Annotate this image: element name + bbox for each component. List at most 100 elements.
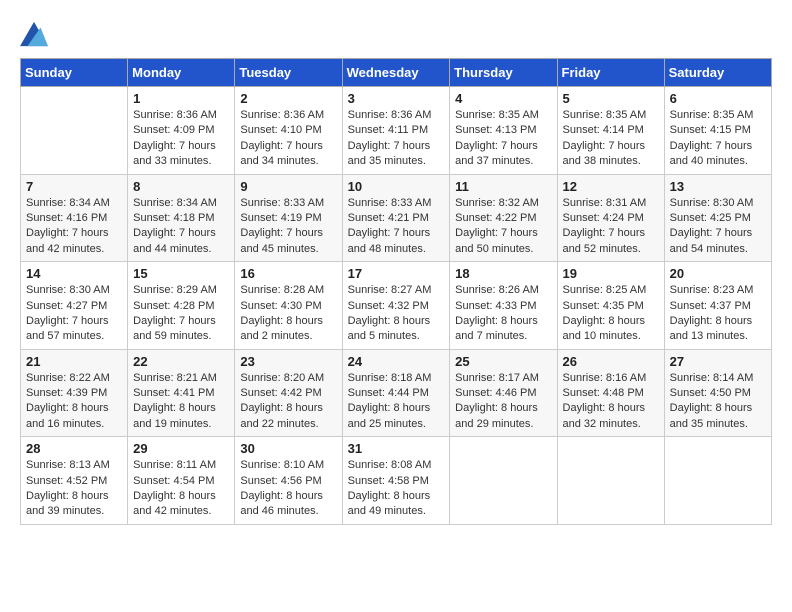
logo-icon (20, 20, 48, 48)
day-detail: Sunrise: 8:34 AMSunset: 4:18 PMDaylight:… (133, 196, 229, 258)
header-monday: Monday (128, 59, 235, 87)
header-tuesday: Tuesday (235, 59, 342, 87)
day-detail: Sunrise: 8:28 AMSunset: 4:30 PMDaylight:… (240, 283, 336, 345)
day-number: 3 (348, 91, 445, 106)
day-number: 8 (133, 179, 229, 194)
calendar-cell: 28 Sunrise: 8:13 AMSunset: 4:52 PMDayligh… (21, 437, 128, 525)
day-detail: Sunrise: 8:36 AMSunset: 4:11 PMDaylight:… (348, 108, 445, 170)
day-number: 18 (455, 266, 551, 281)
header-friday: Friday (557, 59, 664, 87)
day-detail: Sunrise: 8:33 AMSunset: 4:19 PMDaylight:… (240, 196, 336, 258)
day-number: 15 (133, 266, 229, 281)
day-number: 16 (240, 266, 336, 281)
calendar-cell (664, 437, 771, 525)
calendar-cell: 13 Sunrise: 8:30 AMSunset: 4:25 PMDayligh… (664, 174, 771, 262)
calendar-cell: 7 Sunrise: 8:34 AMSunset: 4:16 PMDaylight… (21, 174, 128, 262)
header-thursday: Thursday (450, 59, 557, 87)
day-detail: Sunrise: 8:36 AMSunset: 4:09 PMDaylight:… (133, 108, 229, 170)
header-wednesday: Wednesday (342, 59, 450, 87)
calendar-cell: 8 Sunrise: 8:34 AMSunset: 4:18 PMDaylight… (128, 174, 235, 262)
day-number: 31 (348, 441, 445, 456)
day-number: 27 (670, 354, 766, 369)
calendar-cell: 1 Sunrise: 8:36 AMSunset: 4:09 PMDaylight… (128, 87, 235, 175)
day-detail: Sunrise: 8:13 AMSunset: 4:52 PMDaylight:… (26, 458, 122, 520)
day-detail: Sunrise: 8:21 AMSunset: 4:41 PMDaylight:… (133, 371, 229, 433)
calendar-cell: 31 Sunrise: 8:08 AMSunset: 4:58 PMDayligh… (342, 437, 450, 525)
calendar-week-row: 7 Sunrise: 8:34 AMSunset: 4:16 PMDaylight… (21, 174, 772, 262)
day-detail: Sunrise: 8:30 AMSunset: 4:27 PMDaylight:… (26, 283, 122, 345)
day-detail: Sunrise: 8:25 AMSunset: 4:35 PMDaylight:… (563, 283, 659, 345)
day-number: 29 (133, 441, 229, 456)
day-detail: Sunrise: 8:36 AMSunset: 4:10 PMDaylight:… (240, 108, 336, 170)
calendar-cell: 29Sunrise: 8:11 AMSunset: 4:54 PMDayligh… (128, 437, 235, 525)
calendar-week-row: 1 Sunrise: 8:36 AMSunset: 4:09 PMDaylight… (21, 87, 772, 175)
day-number: 28 (26, 441, 122, 456)
calendar-cell: 14 Sunrise: 8:30 AMSunset: 4:27 PMDayligh… (21, 262, 128, 350)
calendar-cell: 26Sunrise: 8:16 AMSunset: 4:48 PMDayligh… (557, 349, 664, 437)
calendar-week-row: 14 Sunrise: 8:30 AMSunset: 4:27 PMDayligh… (21, 262, 772, 350)
day-detail: Sunrise: 8:29 AMSunset: 4:28 PMDaylight:… (133, 283, 229, 345)
calendar-cell: 12 Sunrise: 8:31 AMSunset: 4:24 PMDayligh… (557, 174, 664, 262)
calendar-cell: 11 Sunrise: 8:32 AMSunset: 4:22 PMDayligh… (450, 174, 557, 262)
day-detail: Sunrise: 8:27 AMSunset: 4:32 PMDaylight:… (348, 283, 445, 345)
day-detail: Sunrise: 8:33 AMSunset: 4:21 PMDaylight:… (348, 196, 445, 258)
day-number: 5 (563, 91, 659, 106)
header-sunday: Sunday (21, 59, 128, 87)
day-number: 4 (455, 91, 551, 106)
day-detail: Sunrise: 8:17 AMSunset: 4:46 PMDaylight:… (455, 371, 551, 433)
calendar-cell: 19 Sunrise: 8:25 AMSunset: 4:35 PMDayligh… (557, 262, 664, 350)
day-number: 14 (26, 266, 122, 281)
day-number: 10 (348, 179, 445, 194)
day-number: 20 (670, 266, 766, 281)
day-detail: Sunrise: 8:32 AMSunset: 4:22 PMDaylight:… (455, 196, 551, 258)
day-detail: Sunrise: 8:10 AMSunset: 4:56 PMDaylight:… (240, 458, 336, 520)
day-detail: Sunrise: 8:20 AMSunset: 4:42 PMDaylight:… (240, 371, 336, 433)
day-detail: Sunrise: 8:23 AMSunset: 4:37 PMDaylight:… (670, 283, 766, 345)
calendar-cell: 5 Sunrise: 8:35 AMSunset: 4:14 PMDaylight… (557, 87, 664, 175)
calendar-cell: 6 Sunrise: 8:35 AMSunset: 4:15 PMDaylight… (664, 87, 771, 175)
day-detail: Sunrise: 8:22 AMSunset: 4:39 PMDaylight:… (26, 371, 122, 433)
day-detail: Sunrise: 8:34 AMSunset: 4:16 PMDaylight:… (26, 196, 122, 258)
day-detail: Sunrise: 8:30 AMSunset: 4:25 PMDaylight:… (670, 196, 766, 258)
day-detail: Sunrise: 8:08 AMSunset: 4:58 PMDaylight:… (348, 458, 445, 520)
calendar-cell: 17 Sunrise: 8:27 AMSunset: 4:32 PMDayligh… (342, 262, 450, 350)
day-number: 9 (240, 179, 336, 194)
day-detail: Sunrise: 8:14 AMSunset: 4:50 PMDaylight:… (670, 371, 766, 433)
calendar-cell: 3 Sunrise: 8:36 AMSunset: 4:11 PMDaylight… (342, 87, 450, 175)
day-detail: Sunrise: 8:26 AMSunset: 4:33 PMDaylight:… (455, 283, 551, 345)
day-number: 17 (348, 266, 445, 281)
day-number: 7 (26, 179, 122, 194)
day-number: 11 (455, 179, 551, 194)
calendar-cell: 23 Sunrise: 8:20 AMSunset: 4:42 PMDayligh… (235, 349, 342, 437)
day-detail: Sunrise: 8:35 AMSunset: 4:15 PMDaylight:… (670, 108, 766, 170)
day-number: 19 (563, 266, 659, 281)
calendar-cell: 24 Sunrise: 8:18 AMSunset: 4:44 PMDayligh… (342, 349, 450, 437)
day-number: 30 (240, 441, 336, 456)
calendar-cell: 4 Sunrise: 8:35 AMSunset: 4:13 PMDaylight… (450, 87, 557, 175)
day-detail: Sunrise: 8:16 AMSunset: 4:48 PMDaylight:… (563, 371, 659, 433)
day-detail: Sunrise: 8:35 AMSunset: 4:13 PMDaylight:… (455, 108, 551, 170)
header-saturday: Saturday (664, 59, 771, 87)
day-number: 24 (348, 354, 445, 369)
calendar-cell: 16 Sunrise: 8:28 AMSunset: 4:30 PMDayligh… (235, 262, 342, 350)
day-detail: Sunrise: 8:18 AMSunset: 4:44 PMDaylight:… (348, 371, 445, 433)
calendar-cell: 30 Sunrise: 8:10 AMSunset: 4:56 PMDayligh… (235, 437, 342, 525)
calendar-header-row: SundayMondayTuesdayWednesdayThursdayFrid… (21, 59, 772, 87)
calendar-cell: 27 Sunrise: 8:14 AMSunset: 4:50 PMDayligh… (664, 349, 771, 437)
day-number: 23 (240, 354, 336, 369)
logo (20, 20, 52, 48)
calendar-cell: 2 Sunrise: 8:36 AMSunset: 4:10 PMDaylight… (235, 87, 342, 175)
day-number: 12 (563, 179, 659, 194)
calendar-cell: 21Sunrise: 8:22 AMSunset: 4:39 PMDayligh… (21, 349, 128, 437)
day-detail: Sunrise: 8:31 AMSunset: 4:24 PMDaylight:… (563, 196, 659, 258)
calendar-cell (21, 87, 128, 175)
day-number: 6 (670, 91, 766, 106)
day-number: 2 (240, 91, 336, 106)
calendar-cell: 15 Sunrise: 8:29 AMSunset: 4:28 PMDayligh… (128, 262, 235, 350)
calendar-cell: 18 Sunrise: 8:26 AMSunset: 4:33 PMDayligh… (450, 262, 557, 350)
day-number: 13 (670, 179, 766, 194)
calendar-cell (557, 437, 664, 525)
calendar-cell (450, 437, 557, 525)
day-number: 1 (133, 91, 229, 106)
day-detail: Sunrise: 8:35 AMSunset: 4:14 PMDaylight:… (563, 108, 659, 170)
